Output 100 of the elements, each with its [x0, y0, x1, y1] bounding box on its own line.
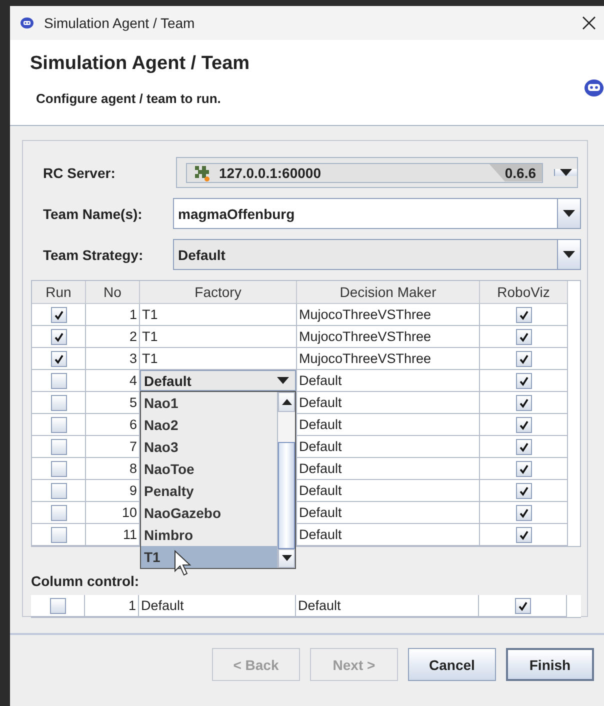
check-icon: [518, 464, 528, 474]
column-header[interactable]: No: [86, 281, 140, 304]
scrollbar[interactable]: [277, 392, 295, 568]
caret-icon: [563, 251, 575, 258]
column-header[interactable]: Factory: [140, 281, 297, 304]
table-cell: MujocoThreeVSThree: [297, 326, 480, 348]
table-cell: 1: [85, 595, 139, 617]
checkbox[interactable]: [50, 482, 66, 498]
column-header[interactable]: Run: [32, 281, 86, 304]
field-label: Team Strategy:: [42, 246, 144, 262]
table-cell: Default: [297, 480, 480, 502]
table-cell: Default: [297, 436, 480, 458]
robot-head-icon: [20, 17, 34, 29]
server-icon: [193, 164, 211, 182]
down-arrow-icon: [282, 555, 292, 562]
checkbox[interactable]: [516, 482, 532, 498]
window-title: Simulation Agent / Team: [44, 15, 196, 31]
combo-value: Default: [177, 246, 226, 264]
checkbox[interactable]: [50, 526, 66, 542]
checkbox[interactable]: [50, 328, 66, 344]
checkbox[interactable]: [50, 372, 66, 388]
checkbox[interactable]: [50, 416, 66, 432]
check-icon: [518, 600, 528, 610]
page-subtitle: Configure agent / team to run.: [36, 91, 222, 106]
checkbox[interactable]: [50, 306, 66, 322]
checkbox[interactable]: [516, 438, 532, 454]
dropdown-item[interactable]: NaoToe: [141, 458, 277, 480]
table-cell: MujocoThreeVSThree: [297, 348, 480, 370]
table-cell: Default: [139, 595, 296, 617]
checkbox[interactable]: [50, 350, 66, 366]
mouse-pointer-icon: [174, 550, 192, 576]
section-label: Column control:: [31, 573, 140, 589]
caret-icon: [563, 210, 575, 217]
table-cell: 3: [86, 348, 140, 370]
table-cell: Default: [297, 524, 480, 546]
check-icon: [518, 376, 528, 386]
dropdown-item[interactable]: Penalty: [141, 480, 277, 502]
table-cell: 2: [86, 326, 140, 348]
dropdown-item[interactable]: T1: [141, 546, 277, 568]
table-cell: Default: [297, 458, 480, 480]
wizard-button[interactable]: Finish: [506, 648, 594, 681]
table-cell: Default: [296, 595, 479, 617]
checkbox[interactable]: [50, 394, 66, 410]
table-cell: Default: [297, 370, 480, 392]
checkbox[interactable]: [516, 350, 532, 366]
field-label: Team Name(s):: [42, 206, 144, 222]
checkbox[interactable]: [50, 504, 66, 520]
column-header[interactable]: Decision Maker: [297, 281, 480, 304]
check-icon: [54, 332, 64, 342]
team-name-combo[interactable]: magmaOffenburg: [173, 198, 581, 229]
checkbox[interactable]: [50, 598, 66, 614]
server-combo[interactable]: 127.0.0.1:60000 0.6.6: [176, 157, 578, 188]
check-icon: [518, 310, 528, 320]
check-icon: [518, 420, 528, 430]
table-cell: T1: [140, 326, 297, 348]
table-cell: T1: [140, 304, 297, 326]
close-icon[interactable]: [582, 16, 596, 30]
factory-combo[interactable]: Default: [140, 370, 296, 391]
checkbox[interactable]: [50, 460, 66, 476]
checkbox[interactable]: [516, 372, 532, 388]
dropdown-item[interactable]: NaoGazebo: [141, 502, 277, 524]
checkbox[interactable]: [516, 394, 532, 410]
check-icon: [518, 530, 528, 540]
check-icon: [54, 354, 64, 364]
dropdown-item[interactable]: Nao3: [141, 436, 277, 458]
checkbox[interactable]: [516, 526, 532, 542]
table-cell: MujocoThreeVSThree: [297, 304, 480, 326]
check-icon: [518, 332, 528, 342]
dropdown-item[interactable]: Nao1: [141, 392, 277, 414]
dropdown-button[interactable]: [557, 240, 580, 269]
checkbox[interactable]: [516, 504, 532, 520]
table-cell: Default: [297, 414, 480, 436]
combo-value: magmaOffenburg: [177, 204, 296, 224]
checkbox[interactable]: [50, 438, 66, 454]
caret-icon: [277, 377, 289, 384]
check-icon: [54, 310, 64, 320]
column-header[interactable]: RoboViz: [480, 281, 568, 304]
wizard-button[interactable]: Cancel: [408, 648, 496, 681]
check-icon: [518, 354, 528, 364]
dropdown-button[interactable]: [557, 199, 580, 228]
check-icon: [518, 486, 528, 496]
check-icon: [518, 508, 528, 518]
dropdown-button[interactable]: [554, 169, 577, 176]
strategy-combo[interactable]: Default: [173, 239, 581, 270]
checkbox[interactable]: [516, 416, 532, 432]
dropdown-item[interactable]: Nao2: [141, 414, 277, 436]
up-arrow-icon: [282, 398, 292, 405]
dropdown-item[interactable]: Nimbro: [141, 524, 277, 546]
caret-icon: [560, 169, 572, 176]
checkbox[interactable]: [516, 328, 532, 344]
checkbox[interactable]: [516, 306, 532, 322]
checkbox[interactable]: [516, 460, 532, 476]
check-icon: [518, 398, 528, 408]
table-cell: Default: [297, 392, 480, 414]
table-cell: 1: [86, 304, 140, 326]
table-cell: Default: [297, 502, 480, 524]
checkbox[interactable]: [514, 598, 530, 614]
check-icon: [518, 442, 528, 452]
page-title: Simulation Agent / Team: [30, 53, 251, 75]
field-label: RC Server:: [42, 164, 116, 180]
